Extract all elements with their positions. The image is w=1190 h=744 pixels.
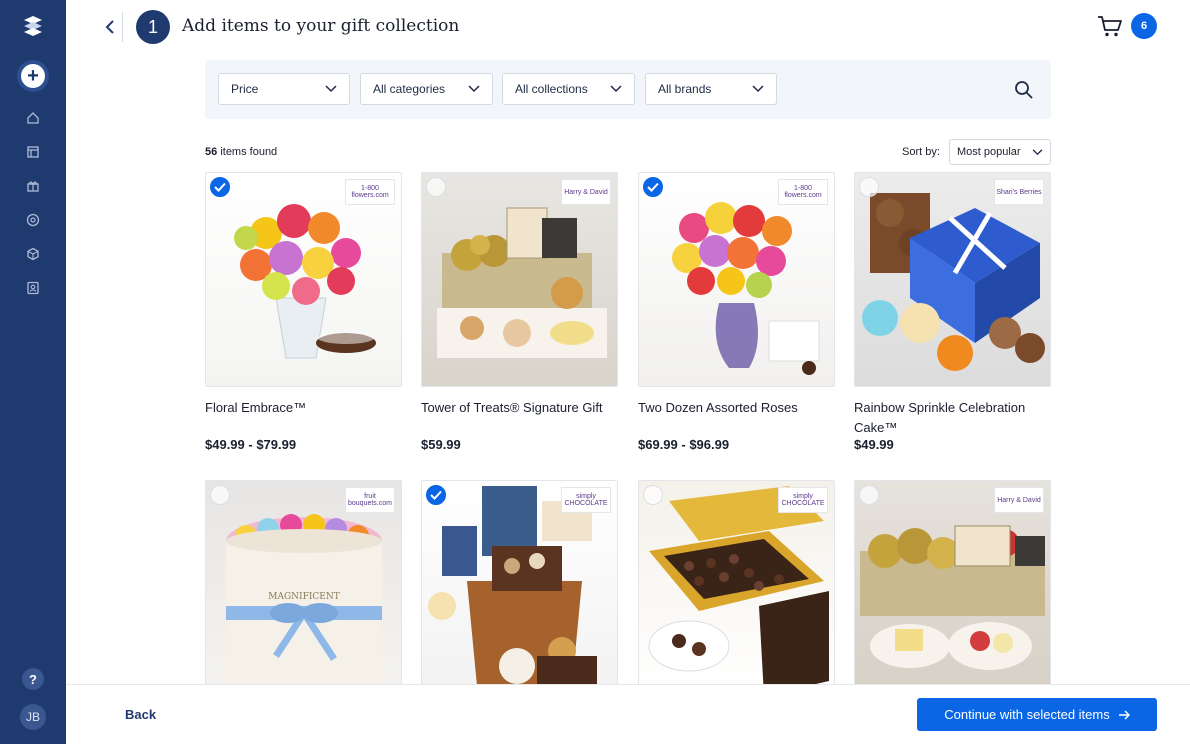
- gift-box-image: [437, 207, 607, 358]
- results-count: 56 items found: [205, 146, 277, 158]
- unselected-checkbox[interactable]: [210, 485, 230, 505]
- layout-icon[interactable]: [25, 144, 41, 160]
- product-card[interactable]: MAGNIFICENT fruit bouquets.com: [205, 480, 402, 695]
- brand-logo: 1-800 flowers.com: [778, 179, 828, 205]
- selected-checkbox[interactable]: [426, 485, 446, 505]
- product-image[interactable]: Harry & David: [421, 172, 618, 387]
- categories-filter-dropdown[interactable]: All categories: [360, 73, 493, 105]
- product-image[interactable]: 1-800 flowers.com: [638, 172, 835, 387]
- check-icon: [647, 182, 659, 192]
- sidebar: + ? JB: [0, 0, 66, 744]
- chevron-down-icon: [610, 85, 622, 93]
- collections-filter-label: All collections: [515, 82, 588, 96]
- product-price: $49.99: [854, 437, 894, 452]
- integrations-icon[interactable]: [25, 246, 41, 262]
- product-name[interactable]: Tower of Treats® Signature Gift: [421, 398, 618, 437]
- back-button[interactable]: Back: [125, 707, 156, 722]
- chevron-down-icon: [325, 85, 337, 93]
- brands-filter-label: All brands: [658, 82, 712, 96]
- results-count-number: 56: [205, 146, 218, 158]
- product-image[interactable]: MAGNIFICENT fruit bouquets.com: [205, 480, 402, 695]
- product-card[interactable]: Shari's Berries Rainbow Sprinkle Celebra…: [854, 172, 1051, 452]
- help-button[interactable]: ?: [22, 668, 44, 690]
- continue-button-label: Continue with selected items: [944, 707, 1110, 722]
- product-image[interactable]: Shari's Berries: [854, 172, 1051, 387]
- unselected-checkbox[interactable]: [426, 177, 446, 197]
- results-count-suffix: items found: [220, 146, 278, 158]
- brand-logo: fruit bouquets.com: [345, 487, 395, 513]
- product-price: $59.99: [421, 437, 461, 452]
- brand-logo: simply CHOCOLATE: [561, 487, 611, 513]
- selected-checkbox[interactable]: [643, 177, 663, 197]
- svg-text:MAGNIFICENT: MAGNIFICENT: [268, 592, 339, 602]
- cookie-box-image: [862, 193, 1045, 371]
- cart-icon[interactable]: [1097, 14, 1123, 38]
- product-price: $69.99 - $96.99: [638, 437, 730, 452]
- user-avatar[interactable]: JB: [20, 704, 46, 730]
- chevron-down-icon: [752, 85, 764, 93]
- product-image[interactable]: Harry & David: [854, 480, 1051, 695]
- product-card[interactable]: simply CHOCOLATE: [638, 480, 835, 695]
- sort-value: Most popular: [957, 146, 1021, 158]
- product-card[interactable]: Harry & David: [854, 480, 1051, 695]
- collections-filter-dropdown[interactable]: All collections: [502, 73, 635, 105]
- header-divider: [122, 12, 123, 42]
- chevron-down-icon: [1032, 148, 1043, 155]
- sort-dropdown[interactable]: Most popular: [949, 139, 1051, 165]
- search-icon[interactable]: [1014, 80, 1034, 100]
- create-button[interactable]: +: [17, 60, 49, 92]
- unselected-checkbox[interactable]: [859, 485, 879, 505]
- product-name[interactable]: Rainbow Sprinkle Celebration Cake™: [854, 398, 1051, 437]
- step-indicator: 1: [136, 10, 170, 44]
- product-image[interactable]: 1-800 flowers.com: [205, 172, 402, 387]
- campaign-icon[interactable]: [25, 212, 41, 228]
- continue-button[interactable]: Continue with selected items: [917, 698, 1157, 731]
- product-image[interactable]: simply CHOCOLATE: [421, 480, 618, 695]
- brand-logo: simply CHOCOLATE: [778, 487, 828, 513]
- plus-icon: +: [21, 64, 45, 88]
- contacts-icon[interactable]: [25, 280, 41, 296]
- chevron-down-icon: [468, 85, 480, 93]
- cart-count-badge[interactable]: 6: [1131, 13, 1157, 39]
- page-title: Add items to your gift collection: [182, 16, 460, 36]
- product-card[interactable]: 1-800 flowers.com Two Dozen Assorted Ros…: [638, 172, 835, 452]
- product-card[interactable]: 1-800 flowers.com Floral Embrace™ $49.99…: [205, 172, 402, 452]
- fruit-cheese-box-image: [860, 525, 1045, 670]
- price-filter-dropdown[interactable]: Price: [218, 73, 350, 105]
- arrow-right-icon: [1118, 709, 1130, 720]
- chocolate-box-image: [648, 486, 829, 694]
- app-logo-icon[interactable]: [18, 12, 48, 42]
- product-card[interactable]: simply CHOCOLATE: [421, 480, 618, 695]
- gift-icon[interactable]: [25, 178, 41, 194]
- flower-bouquet-image: [234, 204, 376, 359]
- brand-logo: Harry & David: [561, 179, 611, 205]
- brand-logo: Harry & David: [994, 487, 1044, 513]
- brands-filter-dropdown[interactable]: All brands: [645, 73, 777, 105]
- product-card[interactable]: Harry & David Tower of Treats® Signature…: [421, 172, 618, 452]
- product-name[interactable]: Two Dozen Assorted Roses: [638, 398, 835, 437]
- product-price: $49.99 - $79.99: [205, 437, 297, 452]
- categories-filter-label: All categories: [373, 82, 446, 96]
- roses-vase-image: [672, 202, 820, 375]
- snack-basket-image: [428, 486, 597, 686]
- footer-bar: Back Continue with selected items: [66, 684, 1190, 744]
- selected-checkbox[interactable]: [210, 177, 230, 197]
- brand-logo: Shari's Berries: [994, 179, 1044, 205]
- price-filter-label: Price: [231, 82, 259, 96]
- product-name[interactable]: Floral Embrace™: [205, 398, 402, 437]
- back-chevron-icon[interactable]: [100, 17, 120, 37]
- check-icon: [430, 490, 442, 500]
- product-image[interactable]: simply CHOCOLATE: [638, 480, 835, 695]
- filter-bar: Price All categories All collections All…: [205, 60, 1051, 119]
- page-header: 1 Add items to your gift collection 6: [66, 0, 1190, 54]
- unselected-checkbox[interactable]: [643, 485, 663, 505]
- unselected-checkbox[interactable]: [859, 177, 879, 197]
- check-icon: [214, 182, 226, 192]
- sort-label: Sort by:: [902, 146, 940, 158]
- roses-box-image: MAGNIFICENT: [226, 514, 382, 694]
- home-icon[interactable]: [25, 110, 41, 126]
- brand-logo: 1-800 flowers.com: [345, 179, 395, 205]
